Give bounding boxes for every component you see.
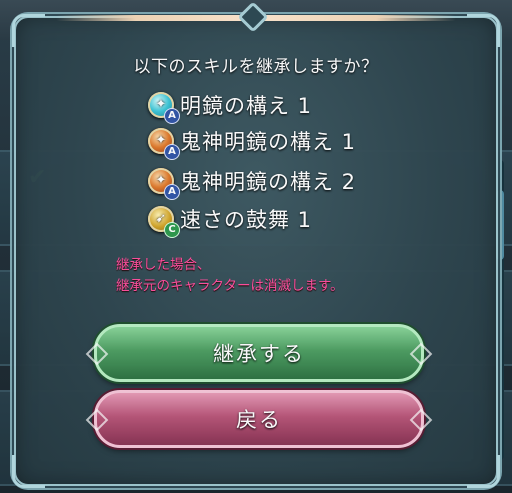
skill-name: 速さの鼓舞 1 bbox=[180, 208, 313, 232]
fire-crystal-stance-icon: ✦ A bbox=[148, 128, 180, 160]
skill-item: ➹ C 速さの鼓舞 1 bbox=[148, 204, 313, 238]
frame-corner bbox=[467, 455, 500, 488]
fire-crystal-stance-icon: ✦ A bbox=[148, 168, 180, 200]
skill-name: 鬼神明鏡の構え 2 bbox=[180, 170, 357, 194]
slot-a-badge: A bbox=[164, 144, 180, 160]
confirm-inherit-label: 継承する bbox=[213, 342, 305, 366]
button-ornament bbox=[85, 342, 109, 366]
skill-name: 明鏡の構え 1 bbox=[180, 94, 313, 118]
back-button[interactable]: 戻る bbox=[85, 390, 433, 448]
frame-corner bbox=[12, 14, 45, 47]
slot-a-badge: A bbox=[164, 108, 180, 124]
dialog-prompt: 以下のスキルを継承しますか？ bbox=[133, 57, 379, 77]
skill-item: ✦ A 鬼神明鏡の構え 1 bbox=[148, 126, 357, 160]
skill-name: 鬼神明鏡の構え 1 bbox=[180, 130, 357, 154]
slot-a-badge: A bbox=[164, 184, 180, 200]
frame-corner bbox=[12, 455, 45, 488]
inherit-warning: 継承した場合、 継承元のキャラクターは消滅します。 bbox=[116, 255, 344, 297]
frame-corner bbox=[467, 14, 500, 47]
skill-item: ✦ A 鬼神明鏡の構え 2 bbox=[148, 166, 357, 200]
slot-c-badge: C bbox=[164, 222, 180, 238]
button-ornament bbox=[85, 408, 109, 432]
confirm-inherit-button[interactable]: 継承する bbox=[85, 324, 433, 382]
speed-rally-icon: ➹ C bbox=[148, 206, 180, 238]
warning-line: 継承した場合、 bbox=[116, 257, 211, 273]
skill-item: ✦ A 明鏡の構え 1 bbox=[148, 90, 313, 124]
inherit-skill-dialog: 以下のスキルを継承しますか？ ✦ A 明鏡の構え 1 ✦ A 鬼神明鏡の構え 1… bbox=[12, 1, 500, 488]
button-ornament bbox=[409, 342, 433, 366]
button-ornament bbox=[409, 408, 433, 432]
back-label: 戻る bbox=[236, 408, 282, 432]
crystal-stance-icon: ✦ A bbox=[148, 92, 180, 124]
warning-line: 継承元のキャラクターは消滅します。 bbox=[116, 278, 344, 294]
